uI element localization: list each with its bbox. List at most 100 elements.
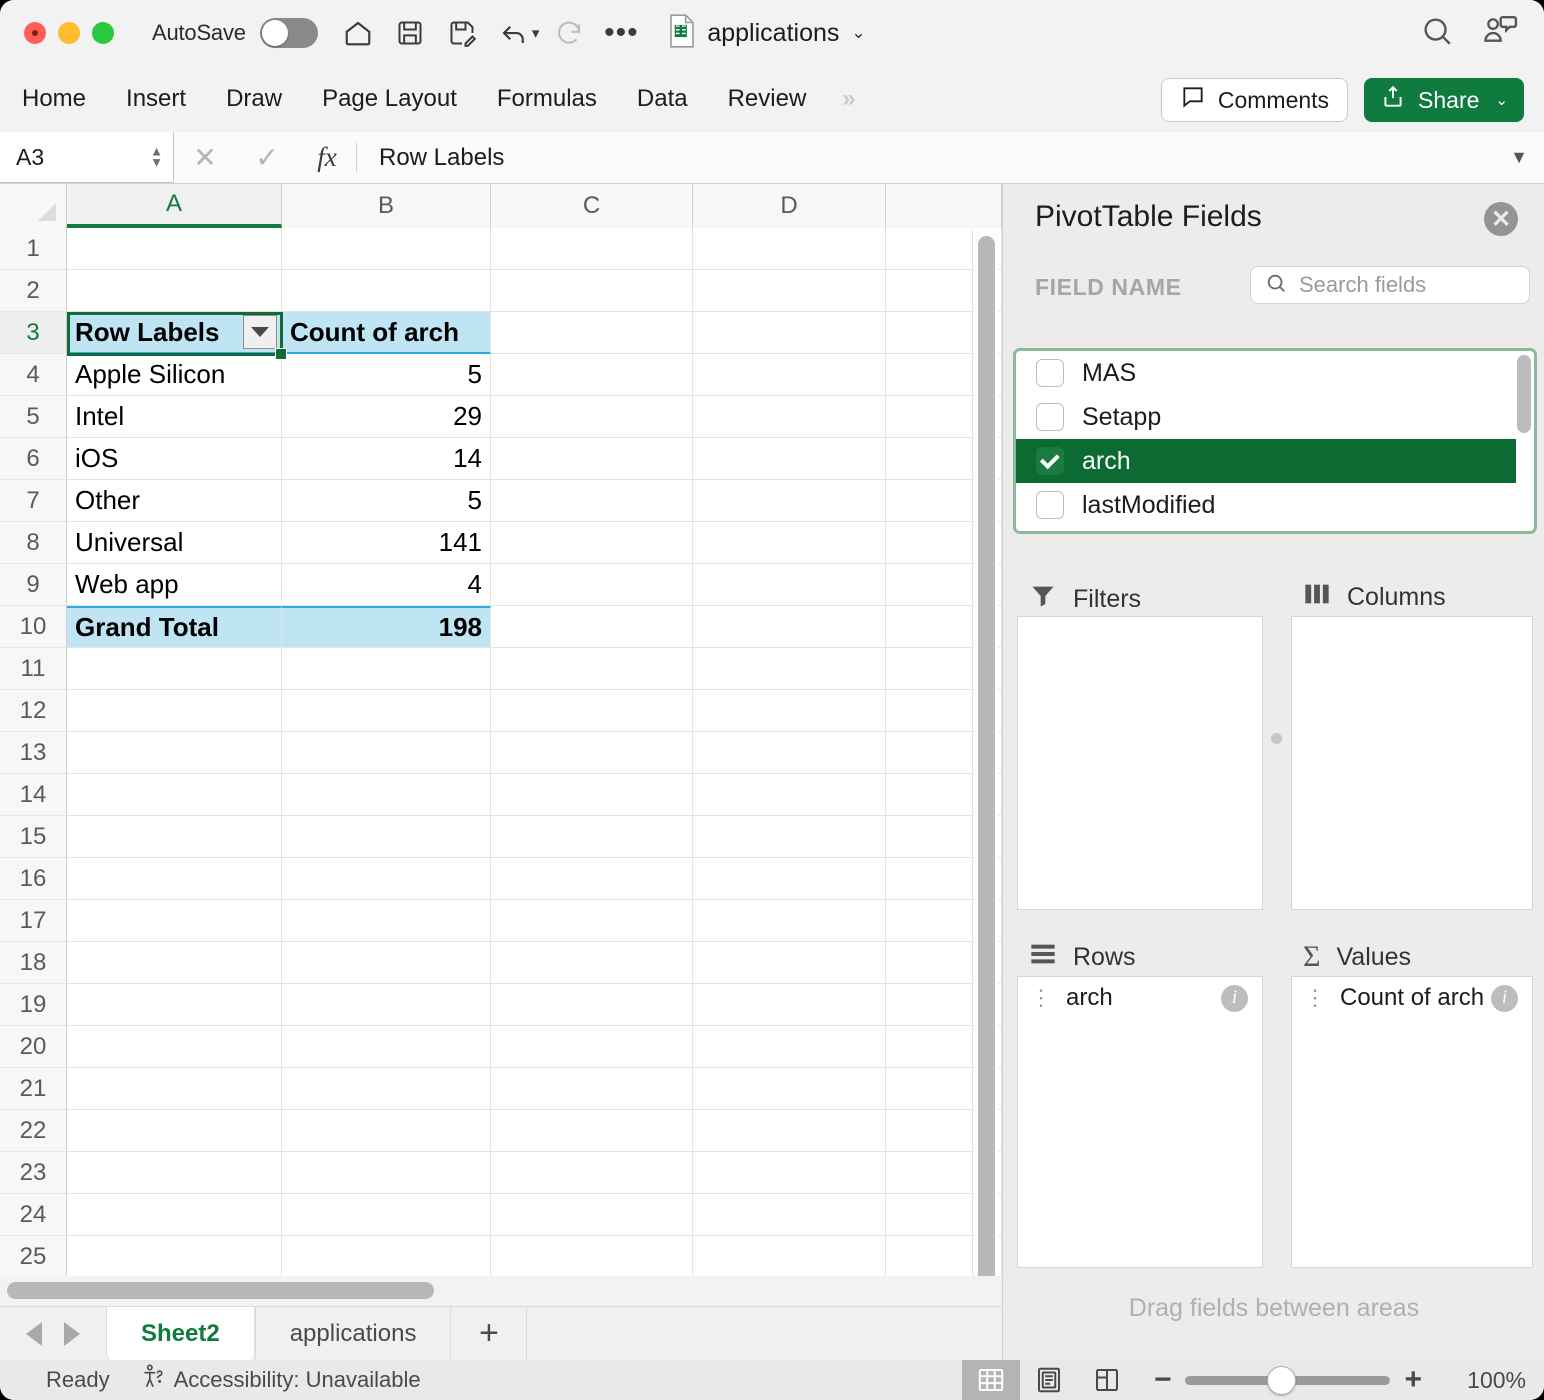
cell-d19[interactable]	[693, 984, 886, 1026]
columns-drop-area[interactable]	[1291, 616, 1533, 910]
cell-c21[interactable]	[491, 1068, 693, 1110]
cell-c15[interactable]	[491, 816, 693, 858]
name-box[interactable]: A3 ▲ ▼	[0, 132, 174, 183]
row-header-10[interactable]: 10	[0, 606, 67, 648]
comments-button[interactable]: Comments	[1160, 78, 1349, 122]
row-header-23[interactable]: 23	[0, 1152, 67, 1194]
row-header-4[interactable]: 4	[0, 354, 67, 396]
cell-b8[interactable]: 141	[282, 522, 491, 564]
filters-drop-area[interactable]	[1017, 616, 1263, 910]
cell-c25[interactable]	[491, 1236, 693, 1276]
row-header-17[interactable]: 17	[0, 900, 67, 942]
ribbon-tab-home[interactable]: Home	[22, 85, 86, 113]
cell-b25[interactable]	[282, 1236, 491, 1276]
maximize-window-button[interactable]	[92, 22, 114, 44]
cell-c12[interactable]	[491, 690, 693, 732]
row-header-3[interactable]: 3	[0, 312, 67, 354]
expand-formula-bar-icon[interactable]: ▼	[1494, 132, 1544, 183]
cell-d11[interactable]	[693, 648, 886, 690]
search-fields-input[interactable]: Search fields	[1250, 266, 1530, 304]
cell-b10[interactable]: 198	[282, 606, 491, 648]
cell-d7[interactable]	[693, 480, 886, 522]
cell-a8[interactable]: Universal	[67, 522, 282, 564]
cell-c23[interactable]	[491, 1152, 693, 1194]
cell-c19[interactable]	[491, 984, 693, 1026]
cell-b9[interactable]: 4	[282, 564, 491, 606]
accessibility-status[interactable]: Accessibility: Unavailable	[140, 1364, 421, 1396]
minimize-window-button[interactable]	[58, 22, 80, 44]
ribbon-tab-draw[interactable]: Draw	[226, 85, 282, 113]
cell-d20[interactable]	[693, 1026, 886, 1068]
zoom-in-button[interactable]: +	[1404, 1365, 1422, 1395]
drag-grip-icon[interactable]: ⋮	[1030, 987, 1052, 1009]
cell-a17[interactable]	[67, 900, 282, 942]
field-checkbox[interactable]	[1036, 403, 1064, 431]
undo-dropdown-icon[interactable]: ▾	[532, 24, 540, 42]
cell-d16[interactable]	[693, 858, 886, 900]
cell-b3[interactable]: Count of arch	[282, 312, 491, 354]
cell-c17[interactable]	[491, 900, 693, 942]
save-icon[interactable]	[388, 11, 432, 55]
info-icon[interactable]: i	[1491, 984, 1518, 1012]
cell-a22[interactable]	[67, 1110, 282, 1152]
cell-b22[interactable]	[282, 1110, 491, 1152]
row-header-12[interactable]: 12	[0, 690, 67, 732]
cell-b18[interactable]	[282, 942, 491, 984]
cell-b11[interactable]	[282, 648, 491, 690]
document-title[interactable]: applications ⌄	[667, 13, 866, 53]
cell-b20[interactable]	[282, 1026, 491, 1068]
row-header-2[interactable]: 2	[0, 270, 67, 312]
cell-d4[interactable]	[693, 354, 886, 396]
cell-c9[interactable]	[491, 564, 693, 606]
row-header-25[interactable]: 25	[0, 1236, 67, 1276]
ribbon-tab-review[interactable]: Review	[728, 85, 807, 113]
cell-b2[interactable]	[282, 270, 491, 312]
cell-c20[interactable]	[491, 1026, 693, 1068]
cancel-edit-icon[interactable]: ✕	[174, 132, 236, 183]
drag-grip-icon[interactable]: ⋮	[1304, 987, 1326, 1009]
cell-a13[interactable]	[67, 732, 282, 774]
zoom-out-button[interactable]: −	[1154, 1365, 1172, 1395]
column-header-e[interactable]	[886, 184, 1002, 228]
column-header-b[interactable]: B	[282, 184, 491, 228]
autosave-toggle[interactable]	[259, 18, 318, 48]
cell-d10[interactable]	[693, 606, 886, 648]
cell-b15[interactable]	[282, 816, 491, 858]
field-checkbox[interactable]	[1036, 491, 1064, 519]
page-break-preview-button[interactable]	[1078, 1360, 1136, 1400]
document-menu-chevron-icon[interactable]: ⌄	[851, 23, 865, 43]
row-header-22[interactable]: 22	[0, 1110, 67, 1152]
search-icon[interactable]	[1420, 14, 1454, 53]
add-sheet-button[interactable]: +	[451, 1307, 528, 1360]
sheet-tab-applications[interactable]: applications	[254, 1307, 452, 1360]
cell-b13[interactable]	[282, 732, 491, 774]
cell-d2[interactable]	[693, 270, 886, 312]
cell-d12[interactable]	[693, 690, 886, 732]
cell-d21[interactable]	[693, 1068, 886, 1110]
cell-a10[interactable]: Grand Total	[67, 606, 282, 648]
cell-c14[interactable]	[491, 774, 693, 816]
cell-c5[interactable]	[491, 396, 693, 438]
row-header-7[interactable]: 7	[0, 480, 67, 522]
cell-d17[interactable]	[693, 900, 886, 942]
row-header-11[interactable]: 11	[0, 648, 67, 690]
row-header-24[interactable]: 24	[0, 1194, 67, 1236]
cell-d23[interactable]	[693, 1152, 886, 1194]
rows-field-chip-arch[interactable]: ⋮ arch i	[1018, 977, 1262, 1019]
cell-b12[interactable]	[282, 690, 491, 732]
column-header-a[interactable]: A	[67, 184, 282, 228]
row-header-20[interactable]: 20	[0, 1026, 67, 1068]
cell-a18[interactable]	[67, 942, 282, 984]
name-box-steppers[interactable]: ▲ ▼	[150, 145, 163, 168]
vertical-scrollbar[interactable]	[972, 230, 998, 1276]
row-header-16[interactable]: 16	[0, 858, 67, 900]
cell-a3[interactable]: Row Labels	[67, 312, 282, 354]
cell-c18[interactable]	[491, 942, 693, 984]
values-drop-area[interactable]: ⋮ Count of arch i	[1291, 976, 1533, 1268]
collaborator-icon[interactable]	[1482, 14, 1518, 53]
field-list-scrollbar-thumb[interactable]	[1517, 355, 1531, 433]
ribbon-tab-insert[interactable]: Insert	[126, 85, 186, 113]
zoom-slider[interactable]	[1185, 1365, 1391, 1395]
next-sheet-icon[interactable]	[64, 1321, 80, 1346]
field-checkbox[interactable]	[1036, 447, 1064, 475]
